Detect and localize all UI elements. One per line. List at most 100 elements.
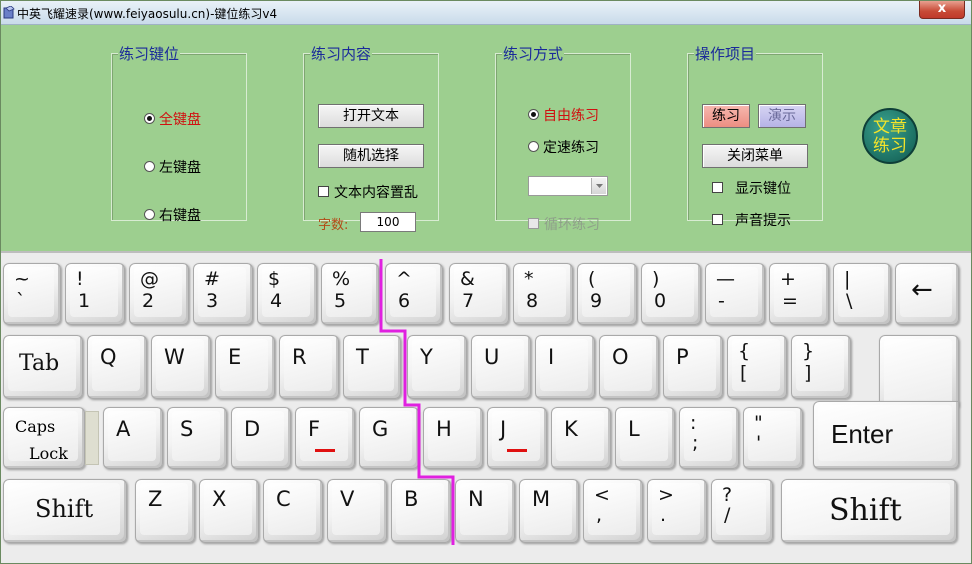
key-label: # bbox=[204, 268, 220, 290]
key-4[interactable]: $4 bbox=[257, 263, 317, 325]
radio-fixed-speed[interactable]: 定速练习 bbox=[528, 139, 599, 157]
key-quote[interactable]: " ' bbox=[743, 407, 803, 469]
key-label: < bbox=[594, 484, 610, 506]
key-label: , bbox=[596, 504, 603, 526]
key-w[interactable]: W bbox=[151, 335, 211, 399]
key-t[interactable]: T bbox=[343, 335, 401, 399]
key-label: 9 bbox=[590, 290, 603, 312]
key-backtick[interactable]: ~ ` bbox=[3, 263, 61, 325]
close-button[interactable]: x bbox=[919, 1, 965, 19]
key-l[interactable]: L bbox=[615, 407, 675, 469]
radio-left-keyboard[interactable]: 左键盘 bbox=[144, 159, 201, 177]
radio-dot bbox=[528, 140, 539, 152]
loop-practice-checkbox[interactable]: 循环练习 bbox=[528, 216, 600, 234]
key-n[interactable]: N bbox=[455, 479, 515, 543]
key-0[interactable]: ) 0 bbox=[641, 263, 701, 325]
radio-dot-checked bbox=[528, 108, 539, 120]
key-7[interactable]: & 7 bbox=[449, 263, 509, 325]
speed-select[interactable] bbox=[528, 176, 608, 196]
open-text-button[interactable]: 打开文本 bbox=[318, 104, 424, 128]
key-shift-right[interactable]: Shift bbox=[781, 479, 957, 543]
key-g[interactable]: G bbox=[359, 407, 419, 469]
key-semicolon[interactable]: :; bbox=[679, 407, 739, 469]
sound-hint-checkbox[interactable]: 声音提示 bbox=[712, 212, 791, 230]
key-period[interactable]: >. bbox=[647, 479, 707, 543]
key-enter[interactable]: Enter bbox=[813, 401, 959, 469]
key-f[interactable]: F bbox=[295, 407, 355, 469]
key-u[interactable]: U bbox=[471, 335, 531, 399]
key-caps-lock[interactable]: Caps Lock bbox=[3, 407, 85, 469]
key-1[interactable]: ! 1 bbox=[65, 263, 125, 325]
key-k[interactable]: K bbox=[551, 407, 611, 469]
count-input[interactable]: 100 bbox=[360, 212, 416, 232]
key-label: 5 bbox=[334, 290, 347, 312]
key-label: | bbox=[844, 268, 851, 290]
key-label: 4 bbox=[270, 290, 283, 312]
key-label: ' bbox=[756, 432, 762, 454]
random-select-button[interactable]: 随机选择 bbox=[318, 144, 424, 168]
key-q[interactable]: Q bbox=[87, 335, 147, 399]
title-bar[interactable]: 中英飞耀速录(www.feiyaosulu.cn)-键位练习v4 x bbox=[1, 1, 971, 25]
key-right-bracket[interactable]: }] bbox=[791, 335, 851, 399]
key-label: : bbox=[690, 412, 697, 434]
keys-range-title: 练习键位 bbox=[118, 43, 181, 64]
key-3[interactable]: #3 bbox=[193, 263, 253, 325]
key-b[interactable]: B bbox=[391, 479, 451, 543]
key-label: 3 bbox=[206, 290, 219, 312]
key-backspace[interactable]: ← bbox=[895, 263, 959, 325]
key-comma[interactable]: <, bbox=[583, 479, 643, 543]
key-v[interactable]: V bbox=[327, 479, 387, 543]
key-d[interactable]: D bbox=[231, 407, 291, 469]
key-5[interactable]: % 5 bbox=[321, 263, 379, 325]
key-p[interactable]: P bbox=[663, 335, 723, 399]
radio-free-practice[interactable]: 自由练习 bbox=[528, 107, 599, 125]
key-label: X bbox=[212, 487, 227, 511]
shuffle-checkbox[interactable]: 文本内容置乱 bbox=[318, 184, 418, 202]
chevron-down-icon[interactable] bbox=[591, 178, 606, 194]
key-label: Y bbox=[420, 345, 433, 369]
key-2[interactable]: @2 bbox=[129, 263, 189, 325]
key-c[interactable]: C bbox=[263, 479, 323, 543]
radio-full-keyboard[interactable]: 全键盘 bbox=[144, 111, 201, 129]
key-x[interactable]: X bbox=[199, 479, 259, 543]
demo-button[interactable]: 演示 bbox=[758, 104, 806, 128]
practice-button[interactable]: 练习 bbox=[702, 104, 750, 128]
key-label: A bbox=[116, 417, 131, 441]
home-key-marker bbox=[315, 449, 335, 452]
key-label: + bbox=[780, 268, 796, 290]
key-tab[interactable]: Tab bbox=[3, 335, 83, 399]
key-y[interactable]: Y bbox=[407, 335, 467, 399]
key-label: / bbox=[724, 504, 731, 526]
key-shift-left[interactable]: Shift bbox=[3, 479, 127, 543]
key-label: N bbox=[468, 487, 484, 511]
key-j[interactable]: J bbox=[487, 407, 547, 469]
key-left-bracket[interactable]: {[ bbox=[727, 335, 787, 399]
key-9[interactable]: (9 bbox=[577, 263, 637, 325]
show-keys-checkbox[interactable]: 显示键位 bbox=[712, 180, 791, 198]
radio-right-keyboard[interactable]: 右键盘 bbox=[144, 207, 201, 225]
key-s[interactable]: S bbox=[167, 407, 227, 469]
key-label: ~ bbox=[14, 268, 30, 290]
key-label: J bbox=[500, 417, 507, 441]
key-backslash[interactable]: | \ bbox=[833, 263, 891, 325]
radio-label: 右键盘 bbox=[159, 208, 201, 224]
key-m[interactable]: M bbox=[519, 479, 579, 543]
key-8[interactable]: * 8 bbox=[513, 263, 573, 325]
key-o[interactable]: O bbox=[599, 335, 659, 399]
key-r[interactable]: R bbox=[279, 335, 339, 399]
key-i[interactable]: I bbox=[535, 335, 595, 399]
key-e[interactable]: E bbox=[215, 335, 275, 399]
article-practice-button[interactable]: 文章 练习 bbox=[862, 108, 918, 164]
key-h[interactable]: H bbox=[423, 407, 483, 469]
key-equals[interactable]: + = bbox=[769, 263, 829, 325]
app-icon bbox=[3, 6, 15, 19]
key-6[interactable]: ^ 6 bbox=[385, 263, 443, 325]
enter-key-upper[interactable] bbox=[879, 335, 959, 407]
mode-group: 练习方式 自由练习 定速练习 循环练习 bbox=[495, 43, 631, 233]
key-slash[interactable]: ? / bbox=[711, 479, 773, 543]
key-z[interactable]: Z bbox=[135, 479, 195, 543]
key-a[interactable]: A bbox=[103, 407, 163, 469]
key-label: Tab bbox=[19, 351, 60, 376]
close-menu-button[interactable]: 关闭菜单 bbox=[702, 144, 808, 168]
key-minus[interactable]: — - bbox=[705, 263, 765, 325]
